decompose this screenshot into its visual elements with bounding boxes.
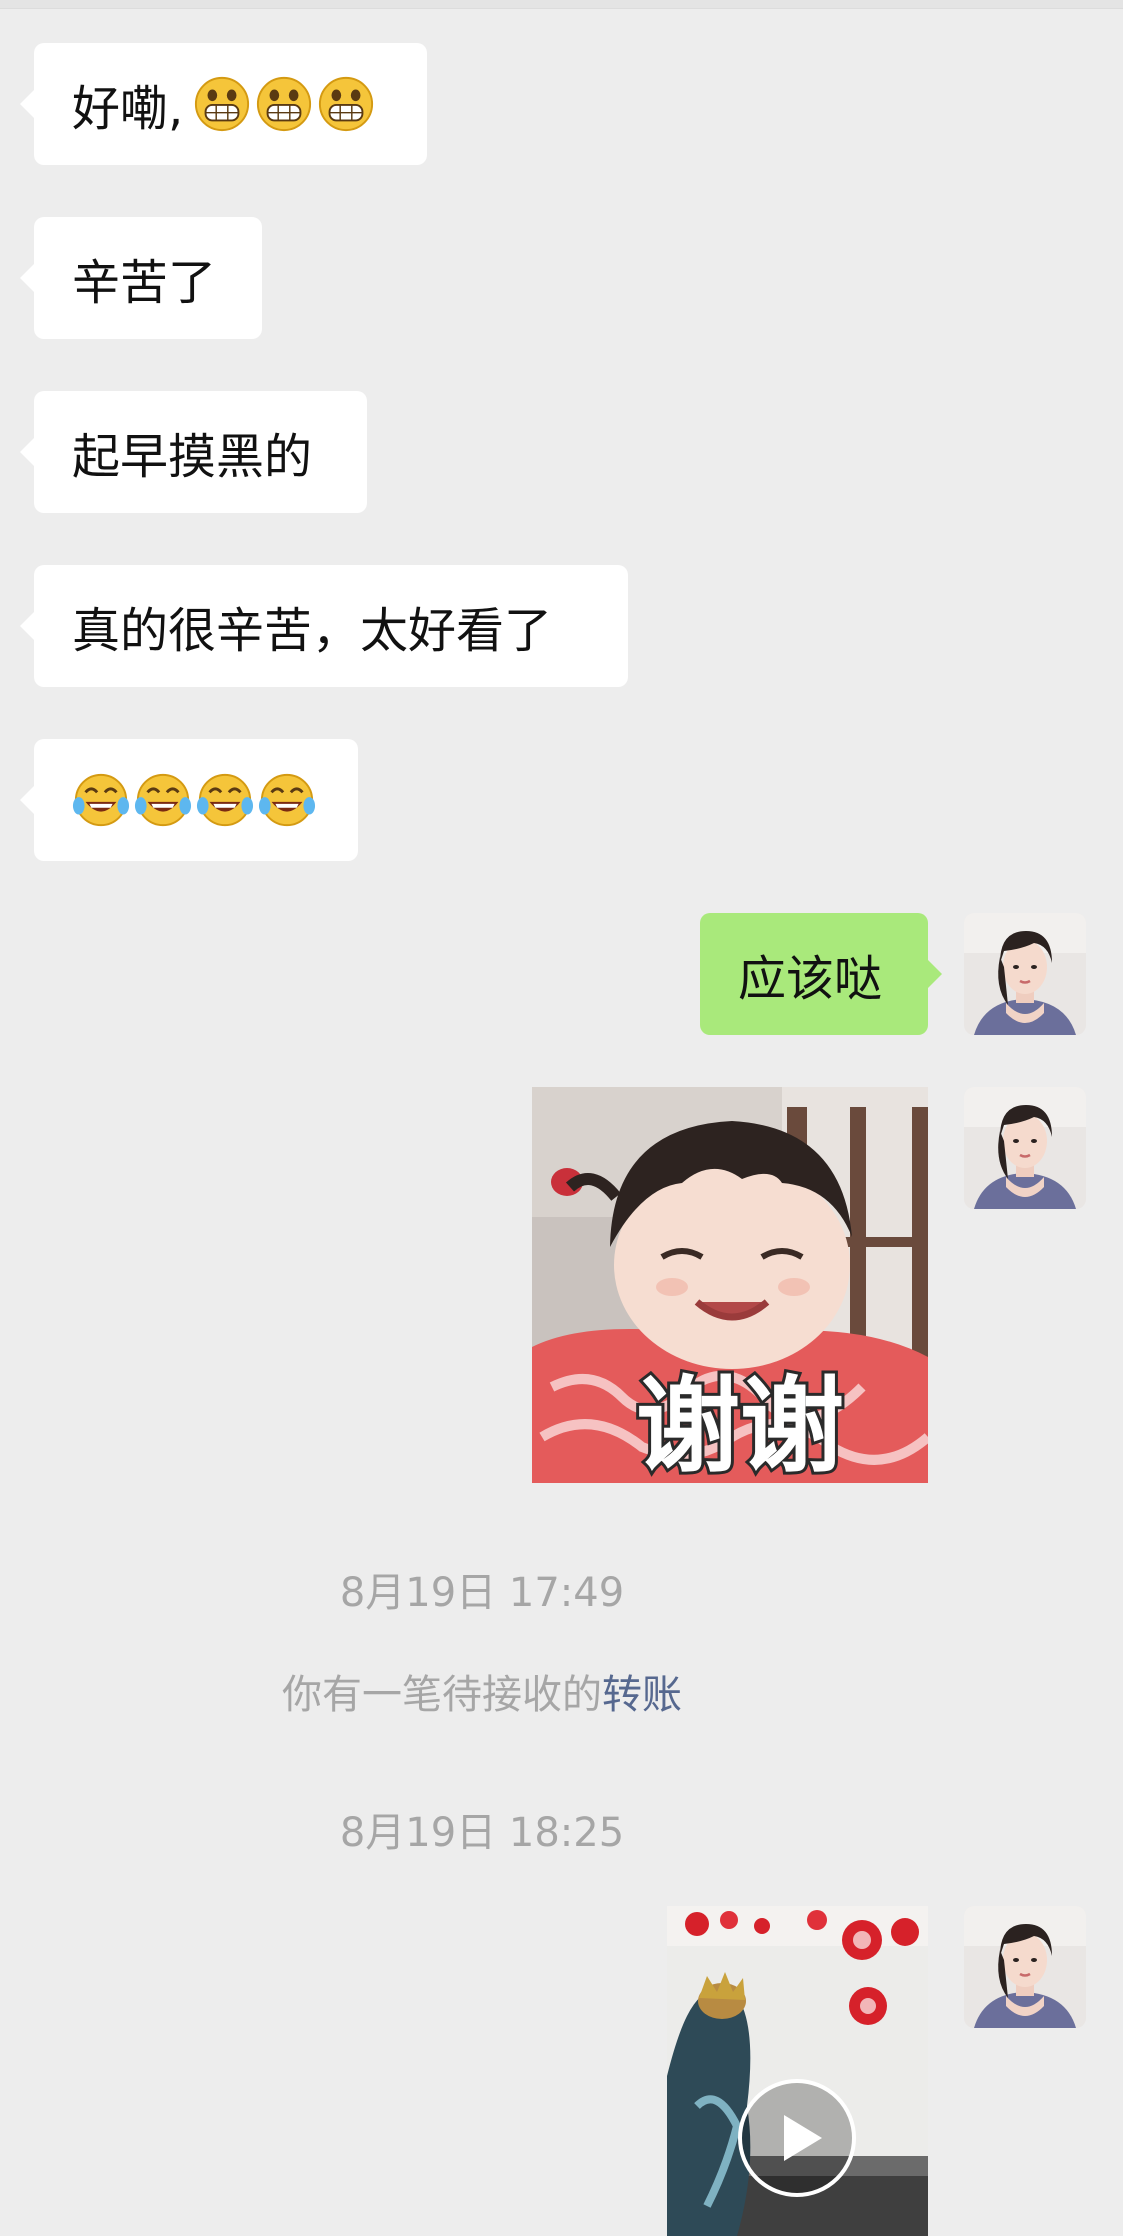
sticker-caption: 谢谢 [636, 1365, 844, 1483]
chat-messages[interactable]: 好嘞, 辛苦了 起早摸黑的 真的很辛苦，太好看了 应该哒 谢谢 8月19日 17… [0, 0, 1123, 2236]
timestamp: 8月19日 18:25 [339, 1810, 625, 1856]
message-bubble-incoming[interactable]: 起早摸黑的 [20, 391, 367, 513]
user-avatar-image [964, 1087, 1086, 1209]
sticker-image[interactable]: 谢谢 [532, 1087, 928, 1483]
message-bubble-outgoing[interactable]: 应该哒 [700, 913, 942, 1035]
tears-of-joy-icon [134, 773, 192, 827]
message-text: 真的很辛苦，太好看了 [72, 603, 553, 659]
transfer-notice: 你有一笔待接收的转账 [0, 1662, 964, 1720]
message-bubble-incoming[interactable]: 好嘞, [20, 43, 427, 165]
avatar[interactable] [964, 1087, 1086, 1209]
tears-of-joy-icon [72, 773, 130, 827]
transfer-link[interactable]: 转账 [602, 1672, 682, 1718]
video-message[interactable] [667, 1906, 928, 2236]
message-text: 好嘞, [72, 81, 184, 137]
tears-of-joy-icon [196, 773, 254, 827]
message-bubble-incoming[interactable]: 真的很辛苦，太好看了 [20, 565, 628, 687]
grinning-face-icon [257, 76, 312, 132]
avatar[interactable] [964, 1906, 1086, 2028]
user-avatar-image [964, 1906, 1086, 2028]
message-bubble-incoming[interactable] [20, 739, 358, 861]
message-text: 应该哒 [738, 951, 883, 1007]
timestamp: 8月19日 17:49 [339, 1570, 625, 1616]
message-text: 辛苦了 [72, 255, 217, 311]
transfer-notice-text: 你有一笔待接收的 [282, 1672, 602, 1718]
message-text: 起早摸黑的 [72, 429, 313, 485]
play-icon[interactable] [736, 2077, 858, 2199]
tears-of-joy-icon [258, 773, 316, 827]
thank-you-sticker: 谢谢 [532, 1087, 928, 1483]
user-avatar-image [964, 913, 1086, 1035]
avatar[interactable] [964, 913, 1086, 1035]
message-bubble-incoming[interactable]: 辛苦了 [20, 217, 262, 339]
grinning-face-icon [319, 76, 374, 132]
grinning-face-icon [195, 76, 250, 132]
